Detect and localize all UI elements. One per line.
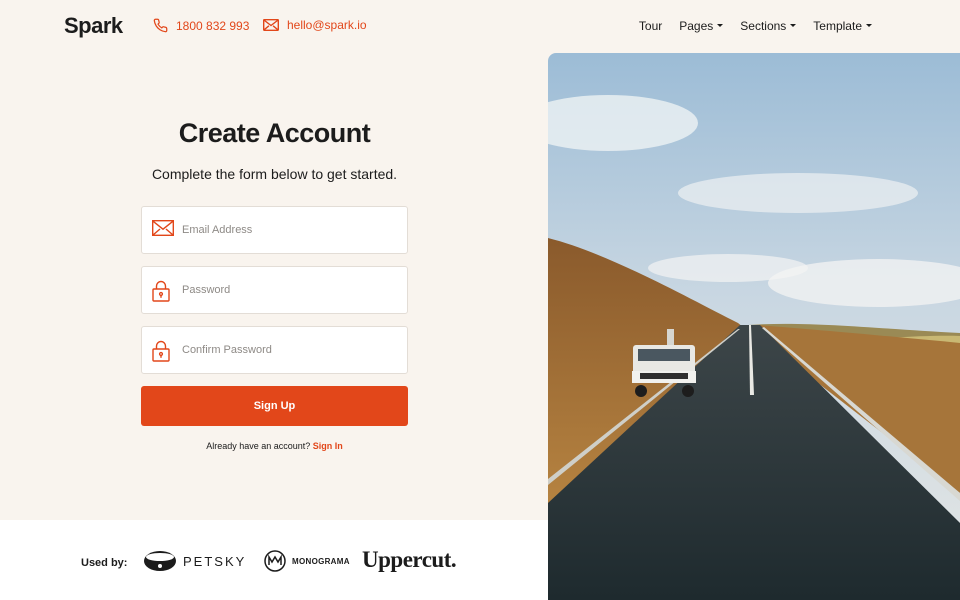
brand-name: MONOGRAMA <box>292 556 350 566</box>
main-nav: Tour Pages Sections Template <box>639 19 872 33</box>
lock-icon <box>152 280 170 302</box>
nav-item-pages[interactable]: Pages <box>679 19 724 33</box>
lock-icon <box>152 340 170 362</box>
caret-down-icon <box>717 23 724 27</box>
monograma-emblem-icon <box>264 550 286 572</box>
caret-down-icon <box>866 23 872 27</box>
brand-logo-uppercut: Uppercut. <box>362 547 457 573</box>
used-by-label: Used by: <box>81 557 128 569</box>
email-contact-link[interactable]: hello@spark.io <box>263 18 367 32</box>
confirm-password-input[interactable] <box>142 327 407 373</box>
mail-icon <box>152 220 174 236</box>
form-subtitle: Complete the form below to get started. <box>151 166 398 182</box>
email-field[interactable] <box>141 206 408 254</box>
nav-item-sections[interactable]: Sections <box>740 19 797 33</box>
nav-label: Sections <box>740 19 787 33</box>
password-input[interactable] <box>142 267 407 313</box>
brand-name: Uppercut. <box>362 547 457 572</box>
nav-item-tour[interactable]: Tour <box>639 19 662 33</box>
nav-item-template[interactable]: Template <box>813 19 872 33</box>
phone-number: 1800 832 993 <box>176 18 250 33</box>
password-field[interactable] <box>141 266 408 314</box>
site-logo[interactable]: Spark <box>64 13 123 39</box>
nav-label: Tour <box>638 19 663 33</box>
brand-logo-monograma: MONOGRAMA <box>264 550 350 572</box>
petsky-collar-icon <box>144 551 176 571</box>
used-by-strip: Used by: PETSKY MONOGRAMA Uppercut. <box>0 520 548 600</box>
email-input[interactable] <box>142 207 407 253</box>
phone-icon <box>153 18 168 33</box>
signin-prompt-row: Already have an account? Sign In <box>141 441 408 451</box>
brand-name: PETSKY <box>183 553 247 569</box>
site-header: Spark 1800 832 993 hello@spark.io Tour P… <box>0 0 960 54</box>
brand-logo-petsky: PETSKY <box>143 550 246 572</box>
mail-icon <box>263 19 279 31</box>
confirm-password-field[interactable] <box>141 326 408 374</box>
sign-in-link[interactable]: Sign In <box>313 441 343 451</box>
hero-landscape-image <box>548 53 960 600</box>
caret-down-icon <box>790 23 797 27</box>
email-address: hello@spark.io <box>287 18 367 32</box>
nav-label: Pages <box>679 19 714 33</box>
sign-up-button[interactable]: Sign Up <box>141 386 408 426</box>
nav-label: Template <box>813 19 862 33</box>
signup-form: Create Account Complete the form below t… <box>141 118 408 451</box>
page-title: Create Account <box>178 118 371 148</box>
phone-contact-link[interactable]: 1800 832 993 <box>153 18 249 33</box>
signin-prompt-text: Already have an account? <box>206 441 311 451</box>
